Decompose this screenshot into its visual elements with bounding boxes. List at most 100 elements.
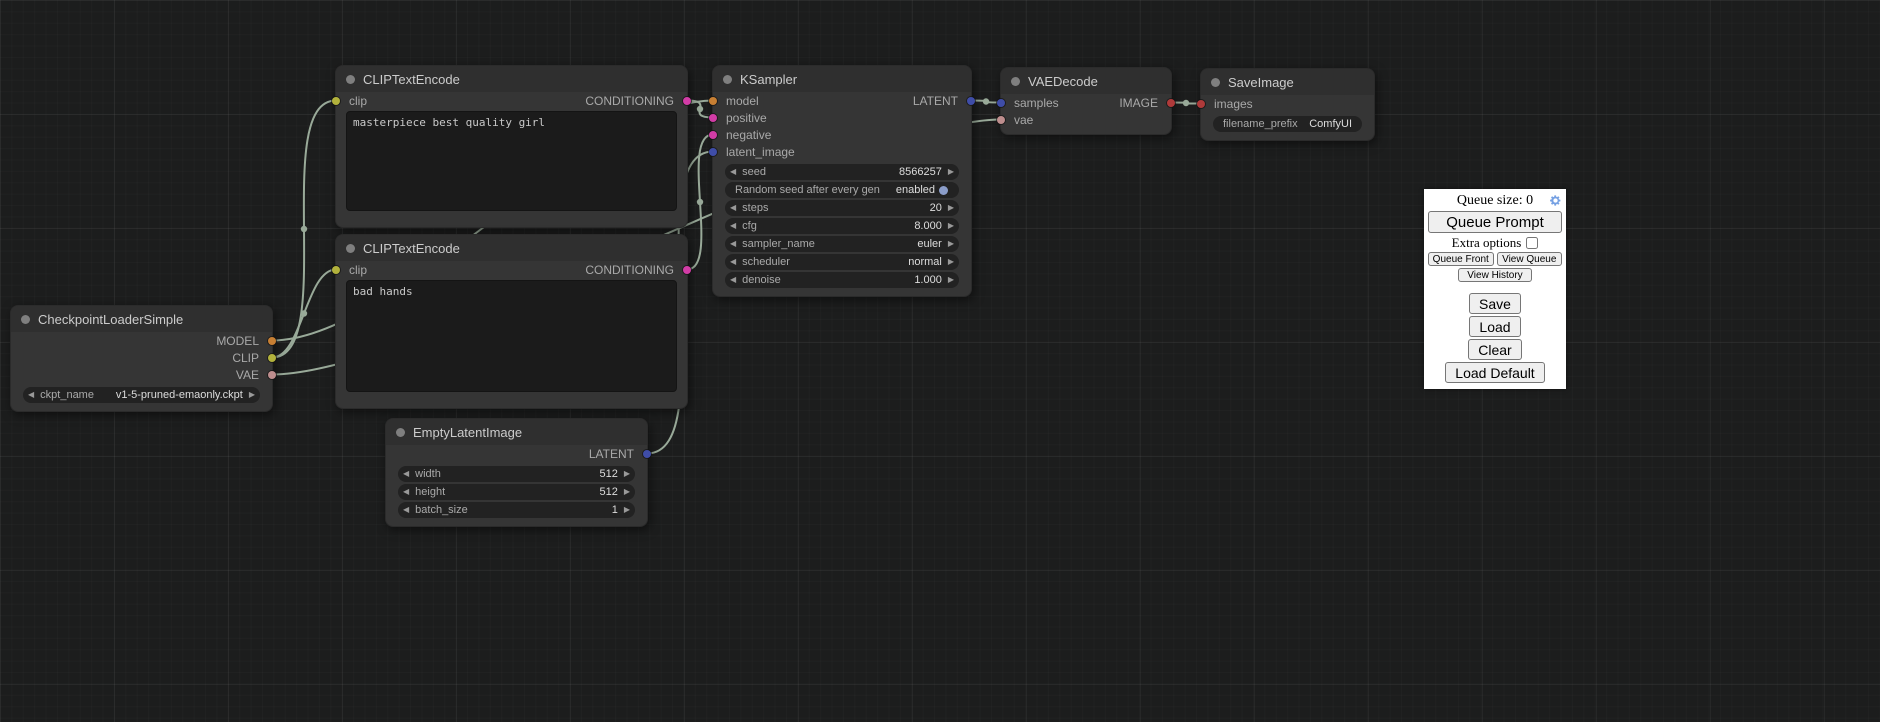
widget-ckpt-name[interactable]: ◀ ckpt_name v1-5-pruned-emaonly.ckpt ▶: [23, 387, 260, 403]
node-link[interactable]: [272, 101, 336, 358]
output-slot-latent[interactable]: LATENT: [913, 92, 971, 109]
input-slot-negative[interactable]: negative: [713, 126, 771, 143]
widget-filename-prefix[interactable]: filename_prefix ComfyUI: [1213, 116, 1362, 132]
node-vae-decode[interactable]: VAEDecode samples IMAGE vae: [1000, 67, 1172, 135]
latent-port-icon[interactable]: [967, 97, 975, 105]
conditioning-port-icon[interactable]: [683, 97, 691, 105]
decrement-arrow-icon[interactable]: ◀: [403, 466, 409, 482]
input-slot-latent-image[interactable]: latent_image: [713, 143, 795, 160]
widget-scheduler[interactable]: ◀ scheduler normal ▶: [725, 254, 959, 270]
conditioning-port-icon[interactable]: [709, 131, 717, 139]
decrement-arrow-icon[interactable]: ◀: [28, 387, 34, 403]
node-title-bar[interactable]: CLIPTextEncode: [336, 66, 687, 92]
increment-arrow-icon[interactable]: ▶: [624, 466, 630, 482]
conditioning-port-icon[interactable]: [709, 114, 717, 122]
collapse-dot-icon[interactable]: [1211, 78, 1220, 87]
link-midpoint-dot[interactable]: [301, 226, 307, 232]
link-midpoint-dot[interactable]: [697, 199, 703, 205]
input-slot-clip[interactable]: clip: [336, 261, 367, 278]
increment-arrow-icon[interactable]: ▶: [948, 200, 954, 216]
clip-port-icon[interactable]: [332, 266, 340, 274]
collapse-dot-icon[interactable]: [21, 315, 30, 324]
prompt-textarea[interactable]: masterpiece best quality girl: [346, 111, 677, 211]
widget-random-seed-toggle[interactable]: Random seed after every gen enabled: [725, 182, 959, 198]
node-title-bar[interactable]: SaveImage: [1201, 69, 1374, 95]
model-port-icon[interactable]: [268, 337, 276, 345]
decrement-arrow-icon[interactable]: ◀: [730, 164, 736, 180]
model-port-icon[interactable]: [709, 97, 717, 105]
output-slot-latent[interactable]: LATENT: [589, 445, 647, 462]
queue-prompt-button[interactable]: Queue Prompt: [1428, 211, 1562, 233]
node-link[interactable]: [687, 135, 713, 270]
toggle-on-dot[interactable]: [939, 186, 948, 195]
increment-arrow-icon[interactable]: ▶: [624, 502, 630, 518]
prompt-textarea[interactable]: bad hands: [346, 280, 677, 392]
node-title-bar[interactable]: KSampler: [713, 66, 971, 92]
vae-port-icon[interactable]: [997, 116, 1005, 124]
view-queue-button[interactable]: View Queue: [1497, 252, 1563, 266]
clip-port-icon[interactable]: [268, 354, 276, 362]
input-slot-samples[interactable]: samples: [1001, 94, 1059, 111]
increment-arrow-icon[interactable]: ▶: [948, 236, 954, 252]
node-empty-latent-image[interactable]: EmptyLatentImage LATENT ◀ width 512 ▶ ◀ …: [385, 418, 648, 527]
output-slot-vae[interactable]: VAE: [236, 366, 272, 383]
decrement-arrow-icon[interactable]: ◀: [730, 236, 736, 252]
node-title-bar[interactable]: CLIPTextEncode: [336, 235, 687, 261]
increment-arrow-icon[interactable]: ▶: [948, 164, 954, 180]
collapse-dot-icon[interactable]: [723, 75, 732, 84]
node-ksampler[interactable]: KSampler model LATENT positive negative: [712, 65, 972, 297]
widget-batch-size[interactable]: ◀ batch_size 1 ▶: [398, 502, 635, 518]
clear-button[interactable]: Clear: [1468, 339, 1521, 360]
widget-denoise[interactable]: ◀ denoise 1.000 ▶: [725, 272, 959, 288]
image-port-icon[interactable]: [1167, 99, 1175, 107]
output-slot-conditioning[interactable]: CONDITIONING: [585, 261, 687, 278]
decrement-arrow-icon[interactable]: ◀: [730, 254, 736, 270]
increment-arrow-icon[interactable]: ▶: [948, 218, 954, 234]
settings-gear-icon[interactable]: [1549, 194, 1562, 207]
conditioning-port-icon[interactable]: [683, 266, 691, 274]
node-clip-text-encode-negative[interactable]: CLIPTextEncode clip CONDITIONING bad han…: [335, 234, 688, 409]
node-title-bar[interactable]: EmptyLatentImage: [386, 419, 647, 445]
input-slot-images[interactable]: images: [1201, 95, 1253, 112]
node-title-bar[interactable]: VAEDecode: [1001, 68, 1171, 94]
increment-arrow-icon[interactable]: ▶: [948, 272, 954, 288]
input-slot-clip[interactable]: clip: [336, 92, 367, 109]
image-port-icon[interactable]: [1197, 100, 1205, 108]
vae-port-icon[interactable]: [268, 371, 276, 379]
clip-port-icon[interactable]: [332, 97, 340, 105]
node-canvas[interactable]: { "colors": { "link": "#99AA99", "node_b…: [0, 0, 1880, 722]
output-slot-model[interactable]: MODEL: [216, 332, 272, 349]
decrement-arrow-icon[interactable]: ◀: [730, 200, 736, 216]
view-history-button[interactable]: View History: [1458, 268, 1531, 282]
node-clip-text-encode-positive[interactable]: CLIPTextEncode clip CONDITIONING masterp…: [335, 65, 688, 228]
node-link[interactable]: [272, 270, 336, 358]
save-button[interactable]: Save: [1469, 293, 1521, 314]
latent-port-icon[interactable]: [709, 148, 717, 156]
load-default-button[interactable]: Load Default: [1445, 362, 1544, 383]
widget-steps[interactable]: ◀ steps 20 ▶: [725, 200, 959, 216]
link-midpoint-dot[interactable]: [1183, 100, 1189, 106]
decrement-arrow-icon[interactable]: ◀: [403, 484, 409, 500]
extra-options-checkbox[interactable]: [1526, 237, 1538, 249]
widget-height[interactable]: ◀ height 512 ▶: [398, 484, 635, 500]
output-slot-conditioning[interactable]: CONDITIONING: [585, 92, 687, 109]
output-slot-image[interactable]: IMAGE: [1119, 94, 1171, 111]
widget-width[interactable]: ◀ width 512 ▶: [398, 466, 635, 482]
load-button[interactable]: Load: [1469, 316, 1520, 337]
increment-arrow-icon[interactable]: ▶: [624, 484, 630, 500]
decrement-arrow-icon[interactable]: ◀: [403, 502, 409, 518]
widget-sampler-name[interactable]: ◀ sampler_name euler ▶: [725, 236, 959, 252]
decrement-arrow-icon[interactable]: ◀: [730, 218, 736, 234]
collapse-dot-icon[interactable]: [346, 75, 355, 84]
widget-cfg[interactable]: ◀ cfg 8.000 ▶: [725, 218, 959, 234]
output-slot-clip[interactable]: CLIP: [232, 349, 272, 366]
node-save-image[interactable]: SaveImage images filename_prefix ComfyUI: [1200, 68, 1375, 141]
collapse-dot-icon[interactable]: [346, 244, 355, 253]
input-slot-model[interactable]: model: [713, 92, 759, 109]
collapse-dot-icon[interactable]: [396, 428, 405, 437]
latent-port-icon[interactable]: [643, 450, 651, 458]
collapse-dot-icon[interactable]: [1011, 77, 1020, 86]
decrement-arrow-icon[interactable]: ◀: [730, 272, 736, 288]
link-midpoint-dot[interactable]: [301, 310, 307, 316]
widget-seed[interactable]: ◀ seed 8566257 ▶: [725, 164, 959, 180]
